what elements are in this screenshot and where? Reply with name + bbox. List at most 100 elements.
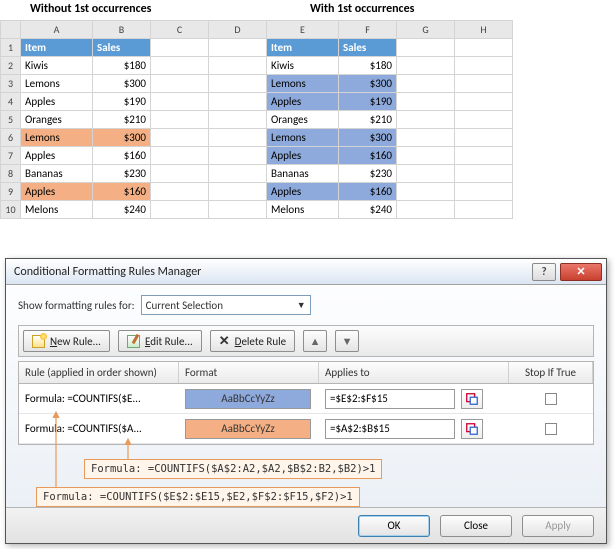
scope-select[interactable]: Current Selection ▼ [141,295,311,315]
cell[interactable]: $210 [93,111,151,129]
cell[interactable]: Lemons [267,129,339,147]
close-dialog-button[interactable]: Close [440,515,512,537]
col-header-A[interactable]: A [21,21,93,39]
rule-row[interactable]: Formula: =COUNTIFS($A...AaBbCcYyZz=$A$2:… [19,414,593,444]
cell[interactable] [209,147,267,165]
move-down-button[interactable]: ▼ [335,330,359,352]
cell[interactable]: $240 [339,201,397,219]
cell[interactable] [209,165,267,183]
cell[interactable]: Lemons [21,129,93,147]
cell[interactable] [455,183,513,201]
cell[interactable] [455,39,513,57]
cell[interactable]: Kiwis [267,57,339,75]
cell[interactable]: Melons [267,201,339,219]
cell[interactable]: $240 [93,201,151,219]
cell[interactable] [397,57,455,75]
edit-rule-button[interactable]: Edit Rule... [118,330,202,352]
row-header[interactable]: 10 [1,201,21,219]
cell[interactable]: $300 [339,129,397,147]
delete-rule-button[interactable]: ✕Delete Rule [210,330,295,352]
cell[interactable] [455,57,513,75]
cell[interactable] [455,75,513,93]
cell[interactable]: $180 [93,57,151,75]
col-header-F[interactable]: F [339,21,397,39]
cell[interactable]: $300 [93,129,151,147]
move-up-button[interactable]: ▲ [303,330,327,352]
cell[interactable]: Apples [267,147,339,165]
col-header-C[interactable]: C [151,21,209,39]
cell[interactable] [209,111,267,129]
cell[interactable] [209,75,267,93]
cell[interactable]: Item [267,39,339,57]
row-header[interactable]: 7 [1,147,21,165]
cell[interactable]: Apples [21,93,93,111]
row-header[interactable]: 4 [1,93,21,111]
row-header[interactable]: 6 [1,129,21,147]
cell[interactable] [209,57,267,75]
row-header[interactable]: 3 [1,75,21,93]
cell[interactable]: $180 [339,57,397,75]
cell[interactable] [397,129,455,147]
cell[interactable]: Apples [21,183,93,201]
cell[interactable] [397,93,455,111]
cell[interactable] [455,201,513,219]
cell[interactable] [397,111,455,129]
cell[interactable] [455,147,513,165]
cell[interactable]: $160 [93,183,151,201]
cell[interactable]: $160 [339,147,397,165]
cell[interactable] [209,93,267,111]
cell[interactable]: $300 [339,75,397,93]
range-selector-button[interactable] [461,389,483,409]
cell[interactable]: Apples [267,183,339,201]
cell[interactable]: $210 [339,111,397,129]
col-header-D[interactable]: D [209,21,267,39]
cell[interactable] [209,183,267,201]
col-header-E[interactable]: E [267,21,339,39]
cell[interactable]: Melons [21,201,93,219]
row-header[interactable]: 5 [1,111,21,129]
cell[interactable]: $160 [339,183,397,201]
cell[interactable] [455,111,513,129]
cell[interactable]: $190 [93,93,151,111]
row-header[interactable]: 1 [1,39,21,57]
cell[interactable] [397,75,455,93]
cell[interactable] [151,147,209,165]
ok-button[interactable]: OK [358,515,430,537]
col-header-H[interactable]: H [455,21,513,39]
cell[interactable] [151,75,209,93]
row-header[interactable]: 9 [1,183,21,201]
col-header-G[interactable]: G [397,21,455,39]
cell[interactable]: $160 [93,147,151,165]
cell[interactable] [151,165,209,183]
col-header-B[interactable]: B [93,21,151,39]
select-all-corner[interactable] [1,21,21,39]
cell[interactable]: Item [21,39,93,57]
cell[interactable]: Bananas [21,165,93,183]
cell[interactable]: Sales [93,39,151,57]
cell[interactable] [209,39,267,57]
cell[interactable] [397,165,455,183]
row-header[interactable]: 8 [1,165,21,183]
cell[interactable]: Apples [21,147,93,165]
cell[interactable] [397,201,455,219]
cell[interactable]: Sales [339,39,397,57]
row-header[interactable]: 2 [1,57,21,75]
cell[interactable] [209,129,267,147]
applies-to-input[interactable]: =$E$2:$F$15 [325,389,455,409]
cell[interactable] [151,39,209,57]
applies-to-input[interactable]: =$A$2:$B$15 [325,419,455,439]
cell[interactable]: $230 [339,165,397,183]
cell[interactable]: Apples [267,93,339,111]
cell[interactable] [151,129,209,147]
cell[interactable]: Lemons [21,75,93,93]
stop-if-true-checkbox[interactable] [545,423,557,435]
cell[interactable]: $300 [93,75,151,93]
cell[interactable] [151,93,209,111]
cell[interactable]: $230 [93,165,151,183]
rule-row[interactable]: Formula: =COUNTIFS($E...AaBbCcYyZz=$E$2:… [19,384,593,414]
cell[interactable] [151,111,209,129]
cell[interactable] [397,147,455,165]
cell[interactable] [151,183,209,201]
cell[interactable]: Oranges [267,111,339,129]
range-selector-button[interactable] [461,419,483,439]
